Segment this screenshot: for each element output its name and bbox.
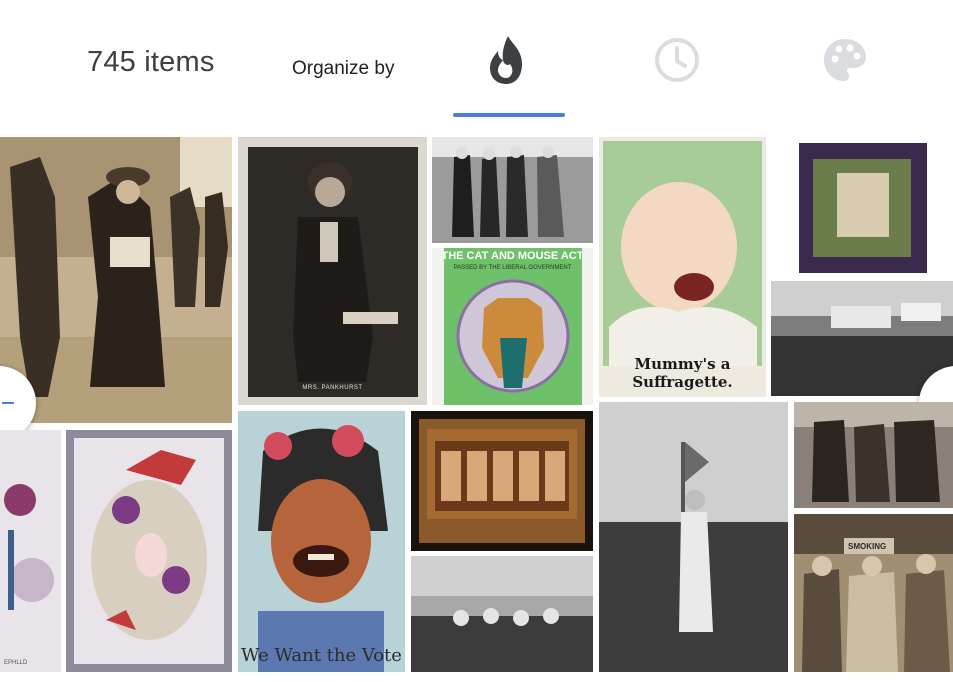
tab-time[interactable] xyxy=(647,30,707,90)
image-tile-postcard-partial[interactable]: EPHLLD xyxy=(0,430,61,672)
flame-icon xyxy=(490,36,522,84)
image-tile-crying-baby[interactable]: Mummy's a Suffragette. xyxy=(599,137,766,397)
vote-caption: We Want the Vote xyxy=(241,645,402,666)
organize-by-label: Organize by xyxy=(292,58,395,79)
cat-poster-subtitle: PASSED BY THE LIBERAL GOVERNMENT xyxy=(453,265,572,271)
image-tile-cat-mouse-act[interactable]: THE CAT AND MOUSE ACT PASSED BY THE LIBE… xyxy=(432,248,593,405)
image-tile-valentine[interactable] xyxy=(66,430,232,672)
image-tile-street-scene[interactable] xyxy=(0,137,232,423)
image-tile-seated-group[interactable] xyxy=(411,556,593,672)
image-tile-flag-crowd[interactable] xyxy=(599,402,788,672)
baby-caption: Mummy's a Suffragette. xyxy=(632,355,733,391)
active-tab-indicator xyxy=(453,113,565,117)
palette-icon xyxy=(824,39,866,81)
image-tile-portrait[interactable]: MRS. PANKHURST xyxy=(238,137,427,405)
image-tile-three-women[interactable]: SMOKING xyxy=(794,514,953,672)
image-tile-procession[interactable] xyxy=(771,281,953,396)
chevron-left-icon xyxy=(2,402,14,404)
item-count: 745 items xyxy=(87,46,215,78)
tab-color[interactable] xyxy=(815,30,875,90)
smoking-sign: SMOKING xyxy=(848,542,887,551)
image-tile-we-want-the-vote[interactable]: We Want the Vote xyxy=(238,411,405,672)
image-tile-marching-women[interactable] xyxy=(432,137,593,243)
cat-poster-title: THE CAT AND MOUSE ACT xyxy=(441,250,584,262)
portrait-caption: MRS. PANKHURST xyxy=(302,385,363,391)
image-tile-ornate-display[interactable] xyxy=(411,411,593,551)
organize-toolbar: 745 items Organize by xyxy=(0,0,953,136)
tab-popular[interactable] xyxy=(479,30,539,90)
postcard-corner-text: EPHLLD xyxy=(4,660,28,666)
clock-icon xyxy=(655,38,699,82)
image-tile-arrest-scene[interactable] xyxy=(794,402,953,508)
image-tile-banner[interactable] xyxy=(771,137,953,277)
